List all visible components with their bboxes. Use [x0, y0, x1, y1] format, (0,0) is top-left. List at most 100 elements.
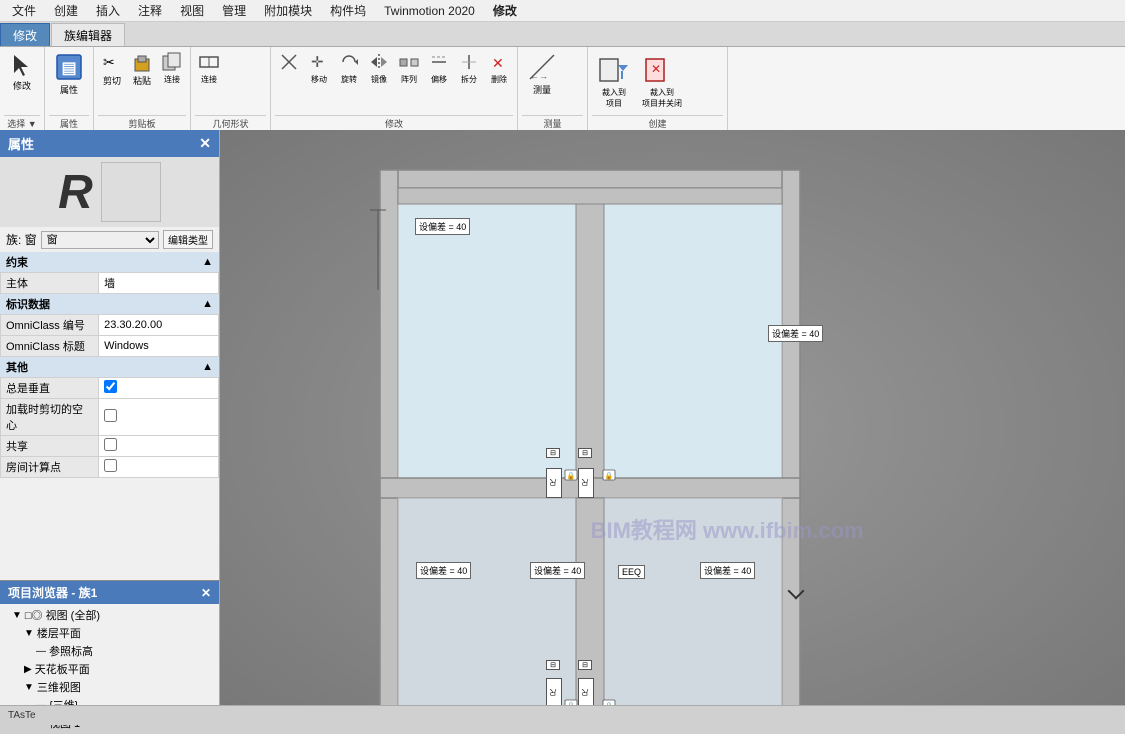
ribbon-group-properties: ▤ 属性 属性: [45, 47, 94, 133]
tree-3d-view[interactable]: ▼ 三维视图: [4, 678, 215, 696]
prop-label-host: 主体: [1, 273, 99, 294]
svg-text:✛: ✛: [311, 54, 324, 71]
properties-button[interactable]: ▤ 属性: [49, 49, 89, 98]
join-button[interactable]: 连接: [195, 49, 223, 87]
browser-header: 项目浏览器 - 族1 ✕: [0, 581, 219, 604]
tab-bar: 修改 族编辑器: [0, 22, 1125, 47]
prop-value-cut-void[interactable]: [99, 399, 219, 436]
tab-family-editor[interactable]: 族编辑器: [51, 23, 125, 46]
menu-modify[interactable]: 修改: [485, 0, 525, 21]
section-other[interactable]: 其他 ▲: [0, 357, 219, 377]
section-identity-icon: ▲: [202, 298, 213, 310]
tree-views[interactable]: ▼ □◎ 视图 (全部): [4, 606, 215, 624]
svg-text:✕: ✕: [492, 55, 504, 71]
measure-button[interactable]: ←→ 测量: [522, 49, 562, 98]
svg-text:✕: ✕: [651, 62, 661, 76]
prop-value-omniclass-num[interactable]: [99, 315, 219, 336]
menu-insert[interactable]: 插入: [88, 0, 128, 21]
measure-group-label: 测量: [522, 115, 583, 131]
ribbon-group-clipboard: ✂ 剪切 粘贴 连接 剪贴板: [94, 47, 191, 133]
prop-label-omniclass-num: OmniClass 编号: [1, 315, 99, 336]
dim-label-eeq: EEQ: [618, 565, 645, 579]
menu-annotate[interactable]: 注释: [130, 0, 170, 21]
tree-ref-level-label: 参照标高: [49, 643, 93, 659]
menu-bar: 文件 创建 插入 注释 视图 管理 附加模块 构件坞 Twinmotion 20…: [0, 0, 1125, 22]
move-button[interactable]: ✛ 移动: [305, 49, 333, 87]
properties-close-button[interactable]: ✕: [199, 135, 211, 152]
shared-checkbox[interactable]: [104, 438, 117, 451]
lock-icon-2: ⊟: [578, 448, 592, 458]
menu-twinmotion[interactable]: Twinmotion 2020: [376, 2, 483, 20]
tree-floor-plan-label: 楼层平面: [37, 625, 81, 641]
array-button[interactable]: 阵列: [395, 49, 423, 87]
family-select[interactable]: 窗: [41, 231, 159, 249]
cut-button[interactable]: ✂ 剪切: [98, 49, 126, 89]
status-text: TAsTe: [8, 710, 36, 721]
family-label: 族: 窗: [6, 231, 37, 248]
vert-dim-1: 尺: [546, 468, 562, 498]
menu-addins[interactable]: 附加模块: [256, 0, 320, 21]
menu-manage[interactable]: 管理: [214, 0, 254, 21]
tree-ref-level[interactable]: — 参照标高: [4, 642, 215, 660]
menu-file[interactable]: 文件: [4, 0, 44, 21]
select-button[interactable]: 修改: [4, 49, 40, 94]
split-button[interactable]: 拆分: [455, 49, 483, 87]
omniclass-num-input[interactable]: [104, 319, 213, 331]
modify-group-label: 修改: [275, 115, 513, 131]
svg-text:✂: ✂: [103, 54, 115, 70]
prop-label-shared: 共享: [1, 436, 99, 457]
prop-label-omniclass-title: OmniClass 标题: [1, 336, 99, 357]
properties-group-label: 属性: [49, 115, 89, 131]
paste-button[interactable]: 粘贴: [128, 49, 156, 89]
lock-icon-4: ⊟: [578, 660, 592, 670]
cut-void-checkbox[interactable]: [104, 409, 117, 422]
vert-dim-4: 尺: [578, 678, 594, 708]
main-canvas: 🔒 🔒 🔒 🔒 设偏差 = 40 设偏差 = 40 设偏差 = 40 设偏差 =…: [220, 130, 1125, 725]
vert-dim-2: 尺: [578, 468, 594, 498]
mirror-button[interactable]: 镜像: [365, 49, 393, 87]
prop-label-room-calc: 房间计算点: [1, 457, 99, 478]
prop-value-omniclass-title[interactable]: [99, 336, 219, 357]
tree-floor-plan-icon: ▼: [24, 628, 34, 639]
menu-components[interactable]: 构件坞: [322, 0, 374, 21]
browser-title: 项目浏览器 - 族1: [8, 584, 97, 601]
rotate-button[interactable]: 旋转: [335, 49, 363, 87]
tree-floor-plan[interactable]: ▼ 楼层平面: [4, 624, 215, 642]
omniclass-title-input[interactable]: [104, 340, 213, 352]
room-calc-checkbox[interactable]: [104, 459, 117, 472]
prop-label-cut-void: 加载时剪切的空心: [1, 399, 99, 436]
always-vertical-checkbox[interactable]: [104, 380, 117, 393]
load-into-project-close-button[interactable]: ✕ 裁入到项目并关闭: [638, 49, 686, 111]
align-button[interactable]: [275, 49, 303, 76]
ribbon-group-geometry: 连接 几何形状: [191, 47, 271, 133]
preview-icon: R: [58, 165, 93, 220]
geometry-group-label: 几何形状: [195, 115, 266, 131]
project-browser: 项目浏览器 - 族1 ✕ ▼ □◎ 视图 (全部) ▼ 楼层平面 — 参照标高 …: [0, 580, 220, 725]
prop-value-room-calc[interactable]: [99, 457, 219, 478]
dim-label-3: 设偏差 = 40: [416, 562, 471, 579]
properties-title: 属性: [8, 134, 34, 153]
edit-type-button[interactable]: 编辑类型: [163, 230, 213, 249]
menu-view[interactable]: 视图: [172, 0, 212, 21]
prop-value-shared[interactable]: [99, 436, 219, 457]
offset-button[interactable]: 偏移: [425, 49, 453, 87]
tab-modify[interactable]: 修改: [0, 23, 50, 46]
load-into-project-button[interactable]: 裁入到项目: [592, 49, 636, 111]
section-constraints[interactable]: 约束 ▲: [0, 252, 219, 272]
constraints-table: 主体 墙: [0, 272, 219, 294]
tree-views-icon: ▼: [12, 610, 22, 621]
delete-button[interactable]: ✕ 删除: [485, 49, 513, 87]
prop-row-room-calc: 房间计算点: [1, 457, 219, 478]
prop-value-always-vertical[interactable]: [99, 378, 219, 399]
tree-ceiling-plan-icon: ▶: [24, 664, 32, 675]
browser-close-button[interactable]: ✕: [201, 586, 211, 600]
lock-icon-1: ⊟: [546, 448, 560, 458]
copy-button[interactable]: 连接: [158, 49, 186, 87]
prop-label-always-vertical: 总是垂直: [1, 378, 99, 399]
select-group-label: 选择 ▼: [4, 115, 40, 131]
tree-ceiling-plan[interactable]: ▶ 天花板平面: [4, 660, 215, 678]
menu-create[interactable]: 创建: [46, 0, 86, 21]
section-identity[interactable]: 标识数据 ▲: [0, 294, 219, 314]
section-other-icon: ▲: [202, 361, 213, 373]
prop-row-always-vertical: 总是垂直: [1, 378, 219, 399]
